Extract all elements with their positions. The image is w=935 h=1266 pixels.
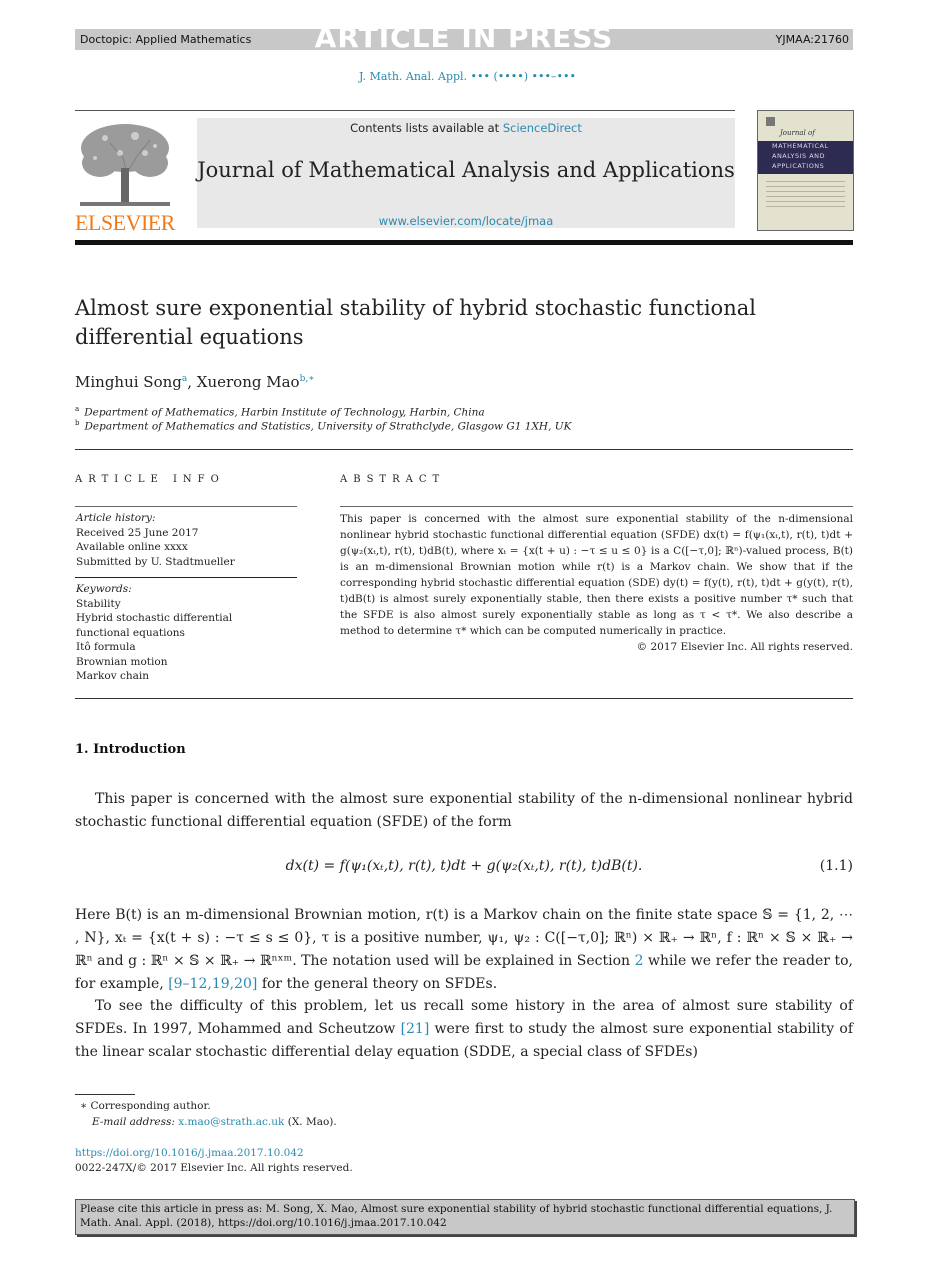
affiliation-mark-link[interactable]: b,∗ [300,374,315,384]
equation-number: (1.1) [819,858,853,874]
journal-cover-image[interactable]: Journal of MATHEMATICAL ANALYSIS AND APP… [757,110,854,231]
journal-masthead: Contents lists available at ScienceDirec… [197,118,735,228]
keywords: Keywords: Stability Hybrid stochastic di… [76,582,232,684]
citation-link[interactable]: [21] [401,1021,430,1037]
divider [75,698,853,699]
cover-script-title: Journal of [780,129,815,137]
cover-title-band: MATHEMATICAL ANALYSIS AND APPLICATIONS [758,141,853,174]
equation-body: dx(t) = f(ψ₁(xₜ,t), r(t), t)dt + g(ψ₂(xₜ… [285,858,643,874]
abstract-heading: ABSTRACT [340,474,446,485]
keyword: Brownian motion [76,655,168,668]
elsevier-logo[interactable]: ELSEVIER [75,118,175,235]
article-info-heading: ARTICLE INFO [75,474,225,485]
corresponding-author-note: ∗ Corresponding author. [80,1100,211,1112]
contents-available: Contents lists available at ScienceDirec… [350,121,582,135]
elsevier-wordmark: ELSEVIER [75,210,175,235]
abstract-text: This paper is concerned with the almost … [340,513,853,637]
author-name: Xuerong Mao [196,373,300,391]
history-submitted: Submitted by U. Stadtmueller [76,555,235,568]
journal-reference[interactable]: J. Math. Anal. Appl. ••• (••••) •••–••• [0,70,935,83]
divider [75,577,297,578]
cite-this-article-box: Please cite this article in press as: M.… [75,1199,855,1235]
elsevier-tree-icon [80,124,170,207]
masthead-thick-rule [75,240,853,245]
keyword: Itô formula [76,641,136,653]
abstract-copyright: © 2017 Elsevier Inc. All rights reserved… [636,641,853,653]
keyword: Markov chain [76,670,150,682]
article-code: YJMAA:21760 [775,33,849,46]
divider [340,506,853,507]
sciencedirect-link[interactable]: ScienceDirect [503,121,582,135]
history-online: Available online xxxx [76,541,188,553]
keyword: functional equations [76,626,185,639]
paragraph: Here B(t) is an m-dimensional Brownian m… [75,907,853,992]
keyword: Stability [76,597,121,610]
issn-copyright: 0022-247X/© 2017 Elsevier Inc. All right… [75,1162,353,1174]
article-title: Almost sure exponential stability of hyb… [75,296,756,349]
paragraph: To see the difficulty of this problem, l… [75,998,853,1060]
journal-url-link[interactable]: www.elsevier.com/locate/jmaa [197,214,735,228]
affiliation-mark-link[interactable]: a [182,374,187,384]
cover-logo-icon [766,117,775,126]
paragraph: This paper is concerned with the almost … [75,791,853,830]
email-link[interactable]: x.mao@strath.ac.uk [178,1116,284,1128]
affiliation-a: a Department of Mathematics, Harbin Insti… [75,405,485,419]
article-history: Article history: Received 25 June 2017 A… [76,511,235,569]
journal-title: Journal of Mathematical Analysis and App… [197,158,735,182]
footnotes: ∗ Corresponding author. E-mail address: … [80,1098,337,1130]
section-heading-introduction: 1. Introduction [75,742,186,757]
affiliation-b: b Department of Mathematics and Statistic… [75,419,572,433]
footnote-rule [75,1094,135,1095]
divider [75,449,853,450]
article-in-press-bar: Doctopic: Applied Mathematics ARTICLE IN… [75,21,853,54]
author-list: Minghui Songa, Xuerong Maob,∗ [75,373,315,391]
cover-editorial-lines [766,181,845,211]
history-label: Article history: [76,512,156,524]
author-name: Minghui Song [75,373,182,391]
citation-link[interactable]: [9–12,19,20] [168,976,257,992]
divider [75,506,297,507]
history-received: Received 25 June 2017 [76,526,199,539]
article-in-press-banner: ARTICLE IN PRESS [314,21,614,54]
keywords-label: Keywords: [76,583,132,595]
keyword: Hybrid stochastic differential [76,612,233,624]
abstract-body: This paper is concerned with the almost … [340,511,853,655]
doi-link[interactable]: https://doi.org/10.1016/j.jmaa.2017.10.0… [75,1147,304,1159]
masthead-rule [75,110,735,111]
email-note: E-mail address: x.mao@strath.ac.uk (X. M… [92,1116,337,1128]
